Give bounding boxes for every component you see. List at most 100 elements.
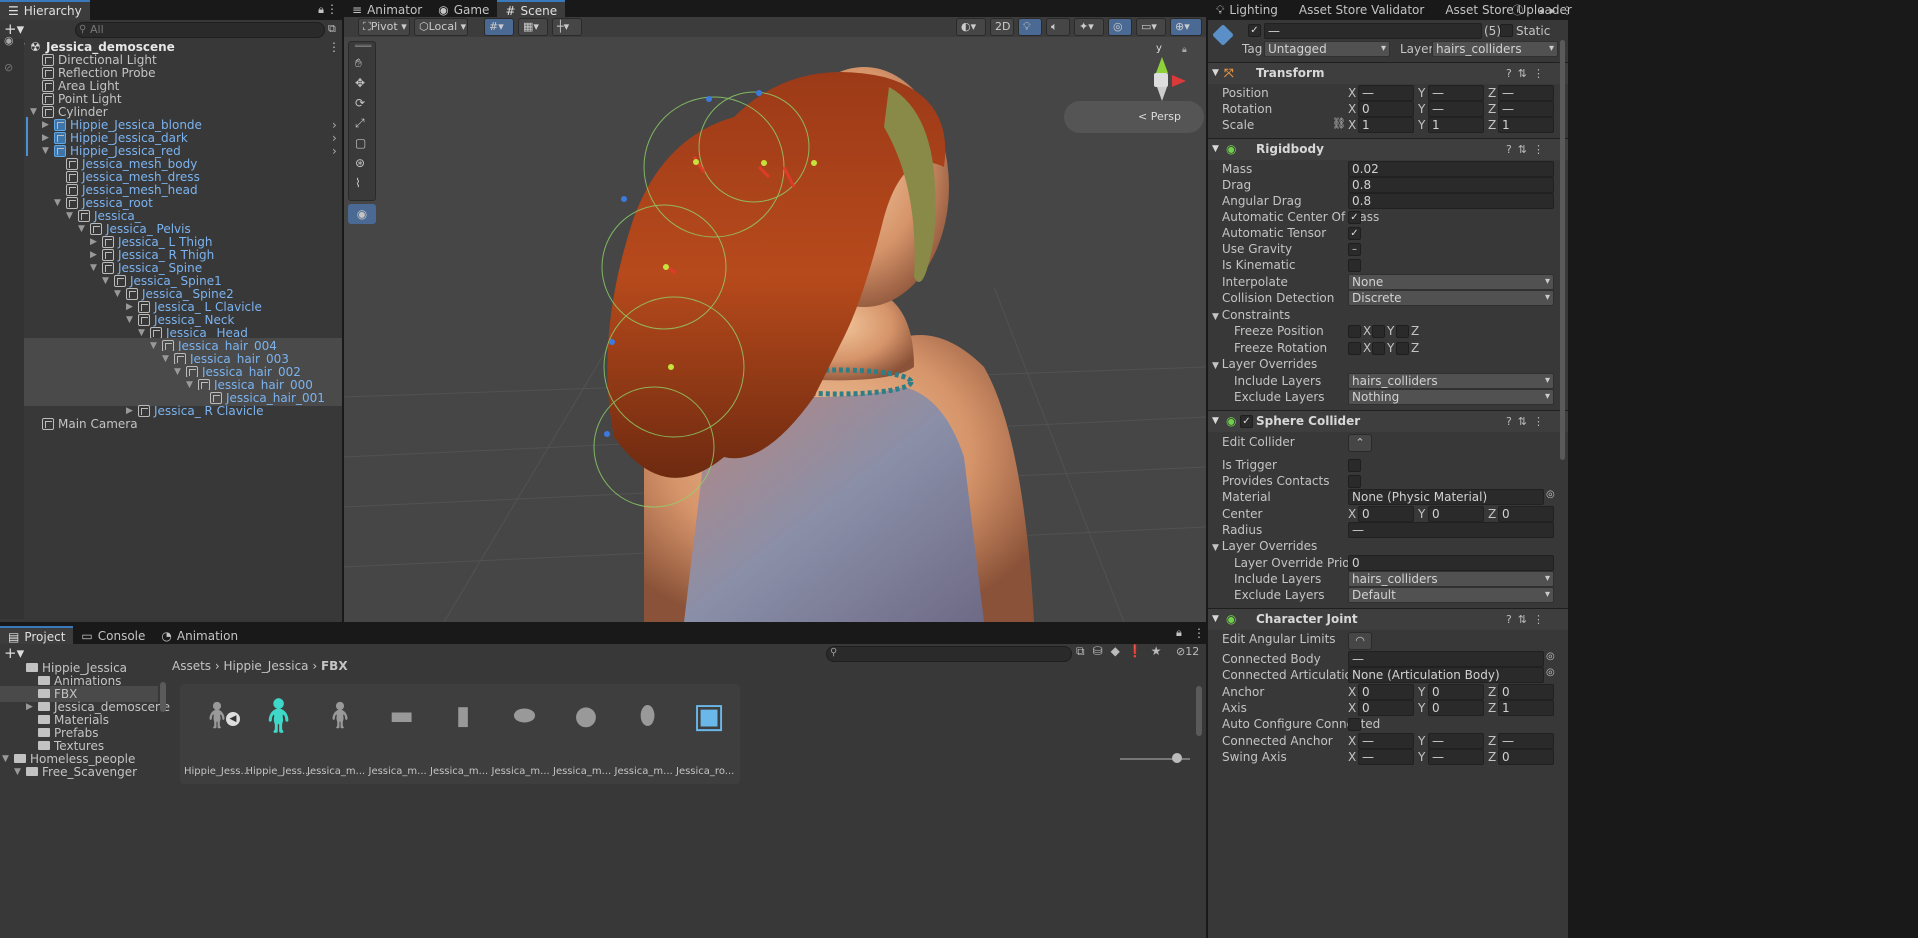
tab-lighting[interactable]: 💡︎ Lighting [1208,0,1286,20]
local-dropdown[interactable]: ⬡Local ▾ [414,18,468,36]
include-layers-dropdown-2[interactable]: hairs_colliders [1348,571,1554,587]
rigidbody-header[interactable]: ▼ ◉ Rigidbody ?⇅⋮ [1208,138,1568,160]
search-input[interactable]: ⚲ All [75,22,325,38]
articulation-field[interactable]: None (Articulation Body) [1348,667,1544,683]
custom-tool-icon[interactable]: ⌇ [355,176,361,190]
contacts-checkbox[interactable] [1348,475,1361,488]
constraints-foldout[interactable]: ▼ Constraints [1212,307,1290,323]
model-icon[interactable]: 🧍︎ [309,688,371,750]
audio-toggle[interactable]: 🔈︎ [1046,18,1070,36]
center-z-field[interactable]: 0 [1498,506,1554,522]
layer-overrides-foldout[interactable]: ▼ Layer Overrides [1212,356,1317,372]
static-checkbox[interactable] [1500,24,1513,37]
snap-increment-button[interactable]: ▦▾ [518,18,548,36]
anchor-y-field[interactable]: 0 [1428,684,1484,700]
project-search-input[interactable]: ⚲ [826,646,1072,662]
lighting-toggle[interactable]: 💡︎ [1018,18,1042,36]
transform-tool-icon[interactable]: ⊛ [355,156,365,170]
mesh-icon[interactable]: ⬬ [494,688,556,750]
hidden-packages-icon[interactable]: ⊘12 [1176,645,1199,658]
prefab-icon[interactable]: ▣ [678,688,740,750]
rotate-tool-icon[interactable]: ⟳ [355,96,365,110]
eye-icon[interactable]: ◉ [4,34,14,47]
kinematic-checkbox[interactable] [1348,259,1361,272]
mesh-icon[interactable]: ● [555,688,617,750]
interpolate-dropdown[interactable]: None [1348,274,1554,290]
mass-field[interactable]: 0.02 [1348,161,1554,177]
rotation-y-field[interactable]: — [1428,101,1484,117]
freeze-rotation-x-checkbox[interactable] [1348,342,1361,355]
freeze-position-x-checkbox[interactable] [1348,325,1361,338]
constrain-scale-icon[interactable]: ⛓︎ [1332,117,1346,130]
grid-snap-button[interactable]: #▾ [484,18,514,36]
search-options-icon[interactable]: ⧉ [328,22,336,36]
tab-console[interactable]: ▭ Console [73,626,153,646]
connected-anchor-y-field[interactable]: — [1428,733,1484,749]
auto-com-checkbox[interactable]: ✓ [1348,211,1361,224]
component-menu-icons[interactable]: ?⇅⋮ [1506,139,1550,160]
breadcrumb-item[interactable]: Assets [172,659,211,673]
anchor-z-field[interactable]: 0 [1498,684,1554,700]
active-checkbox[interactable]: ✓ [1248,24,1261,37]
tab-project[interactable]: ▤ Project [0,626,74,646]
toggle-2d-button[interactable]: 2D [990,18,1014,36]
scale-tool-icon[interactable]: ⤢ [355,116,365,131]
camera-dropdown[interactable]: ▭▾ [1136,18,1166,36]
radius-field[interactable]: — [1348,522,1554,538]
freeze-position-y-checkbox[interactable] [1372,325,1385,338]
transform-header[interactable]: ▼ ⤧ Transform ?⇅⋮ [1208,62,1568,84]
component-menu-icons[interactable]: ?⇅⋮ [1506,63,1550,84]
scene-viewport[interactable]: ═══ ✋︎ ✥ ⟳ ⤢ ▢ ⊛ ⌇ ◉ y < Persp 🔒︎ [344,37,1206,622]
project-filter-icons[interactable]: ⧉⛁◆❗★ [1076,644,1170,659]
scale-y-field[interactable]: 1 [1428,117,1484,133]
center-y-field[interactable]: 0 [1428,506,1484,522]
swing-axis-y-field[interactable]: — [1428,749,1484,765]
layer-overrides-foldout-2[interactable]: ▼ Layer Overrides [1212,538,1317,554]
inspector-nav-icons[interactable]: ⓘ ◂▸⋮ [1512,2,1579,18]
effects-dropdown[interactable]: ✦▾ [1074,18,1104,36]
collider-enabled-checkbox[interactable]: ✓ [1240,415,1253,428]
hand-tool-icon[interactable]: ✋︎ [355,56,362,71]
gravity-checkbox[interactable]: – [1348,243,1361,256]
avatar-icon[interactable]: 🧍︎ [248,688,310,750]
scale-z-field[interactable]: 1 [1498,117,1554,133]
position-x-field[interactable]: — [1358,85,1414,101]
rotation-x-field[interactable]: 0 [1358,101,1414,117]
axis-z-field[interactable]: 1 [1498,700,1554,716]
gizmo-lock-icon[interactable]: 🔒︎ [1182,45,1187,55]
axis-x-field[interactable]: 0 [1358,700,1414,716]
mesh-icon[interactable]: ⬮ [617,688,679,750]
mesh-icon[interactable]: ▮ [432,688,494,750]
zoom-slider-thumb[interactable] [1172,753,1182,763]
freeze-rotation-z-checkbox[interactable] [1396,342,1409,355]
expanded-arrow-icon[interactable]: ▼ [14,764,21,780]
persp-label[interactable]: < Persp [1064,101,1204,133]
more-menu-icon[interactable]: ⋮ [326,2,338,16]
active-tool-icon[interactable]: ◉ [348,204,376,224]
view-gizmo[interactable]: y [1134,43,1194,107]
exclude-layers-dropdown[interactable]: Nothing [1348,389,1554,405]
position-z-field[interactable]: — [1498,85,1554,101]
breadcrumb-item[interactable]: FBX [321,659,348,673]
render-mode-dropdown[interactable]: ◐▾ [956,18,986,36]
position-y-field[interactable]: — [1428,85,1484,101]
freeze-position-z-checkbox[interactable] [1396,325,1409,338]
tab-hierarchy[interactable]: ☰ Hierarchy [0,0,90,20]
breadcrumb-item[interactable]: Hippie_Jessica [224,659,309,673]
collision-dropdown[interactable]: Discrete [1348,290,1554,306]
drag-field[interactable]: 0.8 [1348,177,1554,193]
move-tool-icon[interactable]: ✥ [355,76,365,90]
connected-body-field[interactable]: — [1348,651,1544,667]
pick-icon[interactable]: ⊘ [4,61,13,74]
mesh-icon[interactable]: ▬ [371,688,433,750]
tag-dropdown[interactable]: Untagged [1264,41,1390,57]
character-joint-header[interactable]: ▼ ◉ Character Joint ?⇅⋮ [1208,608,1568,630]
component-menu-icons[interactable]: ?⇅⋮ [1506,609,1550,630]
freeze-rotation-y-checkbox[interactable] [1372,342,1385,355]
component-menu-icons[interactable]: ?⇅⋮ [1506,411,1550,432]
layer-dropdown[interactable]: hairs_colliders [1432,41,1558,57]
project-lock-icon[interactable]: 🔒︎ [1176,626,1182,640]
include-layers-dropdown[interactable]: hairs_colliders [1348,373,1554,389]
auto-configure-checkbox[interactable] [1348,718,1361,731]
hierarchy-row[interactable]: Main Camera [0,416,342,432]
